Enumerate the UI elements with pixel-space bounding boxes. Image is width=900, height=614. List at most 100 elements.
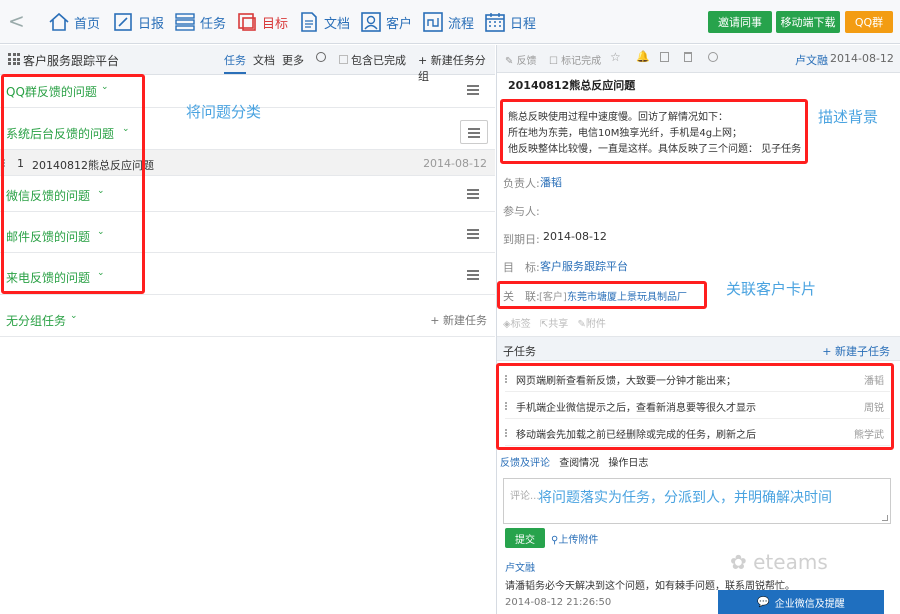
invite-button[interactable]: 邀请同事 (708, 11, 772, 33)
participants-label: 参与人: (503, 205, 540, 218)
attachment-icon: ✎ (577, 319, 586, 330)
feedback-button[interactable]: ✎ 反馈 (505, 52, 537, 67)
nav-home[interactable]: 首页 (48, 10, 100, 34)
subtask-label: 子任务 (503, 345, 536, 358)
wechat-reminder-label: 企业微信及提醒 (774, 598, 845, 610)
tab-feedback-comments[interactable]: 反馈及评论 (500, 458, 550, 469)
highlight-related (497, 281, 707, 309)
menu-button[interactable] (460, 120, 488, 144)
group-ungrouped[interactable]: 无分组任务 ⌄ + 新建任务 (0, 295, 495, 337)
nav-docs-label: 文档 (324, 16, 351, 32)
highlight-groups (1, 74, 145, 294)
upload-label: 上传附件 (558, 535, 599, 546)
top-nav-bar: < 首页 日报 任务 目标 文档 客户 流程 日程 邀请同事 移动端下载 QQ群 (0, 0, 900, 44)
upload-attachment-button[interactable]: ⚲上传附件 (551, 531, 598, 546)
submit-button[interactable]: 提交 (505, 528, 545, 548)
nav-calendar-label: 日程 (510, 16, 537, 32)
nav-customers-label: 客户 (386, 16, 413, 32)
subtask-header: 子任务 + 新建子任务 (497, 336, 900, 361)
list-toolbar: 客户服务跟踪平台 任务 文档 更多 包含已完成 + 新建任务分组 (0, 45, 495, 83)
nav-docs[interactable]: 文档 (298, 10, 350, 34)
home-icon (49, 12, 69, 31)
annotation-assign: 将问题落实为任务，分派到人，并明确解决时间 (538, 490, 832, 506)
nav-calendar[interactable]: 日程 (484, 10, 536, 34)
owner-date: 2014-08-12 (830, 52, 894, 65)
menu-icon[interactable] (467, 189, 479, 199)
annotation-background: 描述背景 (818, 108, 879, 126)
assignee-label: 负责人: (503, 177, 540, 190)
star-icon[interactable]: ☆ (610, 50, 621, 64)
tag-share-attach-row: ◈标签 ⇱共享 ✎附件 (503, 315, 606, 330)
include-done-label: 包含已完成 (351, 54, 406, 67)
comment-tabs: 反馈及评论 查阅情况 操作日志 (500, 454, 648, 469)
watermark-text: eteams (753, 550, 828, 574)
include-done-checkbox[interactable] (339, 55, 348, 64)
attachment-button[interactable]: 附件 (586, 319, 606, 330)
chat-icon: 💬 (757, 596, 770, 608)
nav-goals[interactable]: 目标 (236, 10, 288, 34)
qq-group-button[interactable]: QQ群 (845, 11, 893, 33)
nav-workflow-label: 流程 (448, 16, 475, 32)
nav-customers[interactable]: 客户 (360, 10, 412, 34)
wechat-reminder-button[interactable]: 💬 企业微信及提醒 (718, 590, 884, 614)
bell-icon[interactable]: 🔔 (636, 50, 650, 63)
mark-done-button[interactable]: ☐ 标记完成 (549, 52, 601, 67)
comment-time: 2014-08-12 21:26:50 (505, 597, 612, 608)
document-icon (301, 12, 317, 32)
watermark: ✿ eteams (730, 550, 828, 574)
menu-icon[interactable] (467, 85, 479, 95)
app-title: 客户服务跟踪平台 (23, 54, 120, 68)
tab-tasks[interactable]: 任务 (224, 52, 246, 74)
tab-read-status[interactable]: 查阅情况 (559, 458, 599, 469)
resize-handle-icon[interactable] (882, 515, 888, 521)
tab-more[interactable]: 更多 (282, 52, 304, 68)
calendar-icon[interactable] (660, 52, 669, 62)
annotation-customer: 关联客户卡片 (726, 280, 817, 298)
new-task-button[interactable]: + 新建任务 (430, 312, 487, 328)
customer-icon (361, 12, 381, 32)
feedback-label: 反馈 (516, 56, 537, 67)
assignee-value[interactable]: 潘韬 (540, 174, 562, 190)
group-name: 无分组任务 (6, 314, 67, 328)
apps-grid-icon[interactable] (8, 53, 20, 65)
mobile-download-button[interactable]: 移动端下载 (776, 11, 840, 33)
new-subtask-button[interactable]: + 新建子任务 (822, 343, 890, 359)
task-title-heading: 20140812熊总反应问题 (508, 79, 636, 92)
goal-value[interactable]: 客户服务跟踪平台 (540, 258, 628, 274)
share-button[interactable]: 共享 (548, 319, 568, 330)
calendar-icon (485, 13, 505, 32)
clock-icon[interactable] (708, 52, 718, 62)
comment-author[interactable]: 卢文融 (505, 559, 535, 574)
nav-goals-label: 目标 (262, 16, 289, 32)
due-label: 到期日: (503, 233, 540, 246)
chevron-down-icon: ⌄ (70, 311, 78, 321)
trash-icon[interactable] (684, 52, 692, 62)
goal-label: 目 标: (503, 261, 540, 274)
due-value[interactable]: 2014-08-12 (543, 230, 607, 243)
tab-operation-log[interactable]: 操作日志 (608, 458, 648, 469)
back-icon[interactable]: < (8, 9, 25, 33)
wechat-logo-icon: ✿ (730, 550, 747, 574)
detail-toolbar: ✎ 反馈 ☐ 标记完成 ☆ 🔔 卢文融 2014-08-12 (497, 45, 900, 73)
target-icon (238, 13, 256, 31)
menu-icon[interactable] (467, 229, 479, 239)
highlight-subtasks (496, 363, 894, 450)
nav-daily[interactable]: 日报 (112, 10, 164, 34)
mark-done-label: 标记完成 (561, 56, 602, 67)
menu-icon (468, 128, 480, 138)
annotation-classify: 将问题分类 (186, 103, 262, 121)
menu-icon[interactable] (467, 270, 479, 280)
nav-workflow[interactable]: 流程 (422, 10, 474, 34)
tag-button[interactable]: 标签 (511, 319, 531, 330)
edit-icon (114, 13, 132, 31)
nav-tasks[interactable]: 任务 (174, 10, 226, 34)
comment-placeholder: 评论... (510, 491, 540, 502)
tag-icon: ◈ (503, 319, 511, 330)
nav-daily-label: 日报 (138, 16, 165, 32)
owner-name[interactable]: 卢文融 (795, 52, 828, 68)
search-icon[interactable] (316, 52, 326, 62)
workflow-icon (423, 12, 443, 32)
highlight-description (500, 99, 808, 164)
task-list-icon (175, 13, 195, 31)
tab-docs[interactable]: 文档 (253, 52, 275, 68)
